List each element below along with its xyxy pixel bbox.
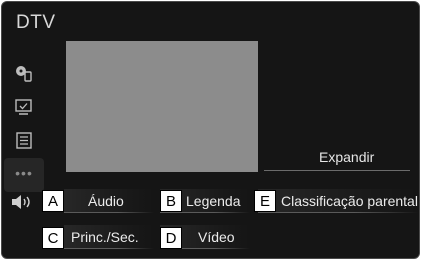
callout-d: D bbox=[160, 227, 182, 249]
screen-icon bbox=[15, 99, 32, 115]
sidebar-item-more[interactable]: ••• bbox=[4, 158, 44, 192]
callout-c: C bbox=[42, 227, 64, 249]
expand-divider bbox=[264, 170, 410, 171]
source-disc-icon bbox=[16, 66, 32, 82]
main-sub-button[interactable]: Princ./Sec. bbox=[64, 225, 154, 249]
parental-rating-button[interactable]: Classificação parental bbox=[258, 189, 418, 213]
audio-button[interactable]: Áudio bbox=[64, 189, 154, 213]
video-preview[interactable] bbox=[66, 41, 258, 172]
callout-e: E bbox=[254, 190, 276, 212]
list-icon bbox=[16, 132, 32, 149]
sidebar-item-screen[interactable] bbox=[4, 90, 44, 124]
more-icon: ••• bbox=[15, 165, 33, 181]
audio-label: Áudio bbox=[88, 193, 124, 209]
callout-b: B bbox=[160, 190, 182, 212]
subtitle-label: Legenda bbox=[186, 193, 241, 209]
parental-rating-label: Classificação parental bbox=[281, 193, 418, 209]
expand-button[interactable]: Expandir bbox=[319, 149, 374, 165]
callout-a: A bbox=[42, 190, 64, 212]
page-title: DTV bbox=[16, 12, 56, 33]
main-sub-label: Princ./Sec. bbox=[71, 229, 139, 245]
dtv-screen: DTV ••• Expandir Áudio Legenda Classific… bbox=[1, 1, 420, 259]
sidebar-item-list[interactable] bbox=[4, 124, 44, 158]
volume-icon[interactable] bbox=[10, 193, 34, 211]
sidebar-item-source[interactable] bbox=[4, 56, 44, 90]
video-label: Vídeo bbox=[198, 229, 235, 245]
